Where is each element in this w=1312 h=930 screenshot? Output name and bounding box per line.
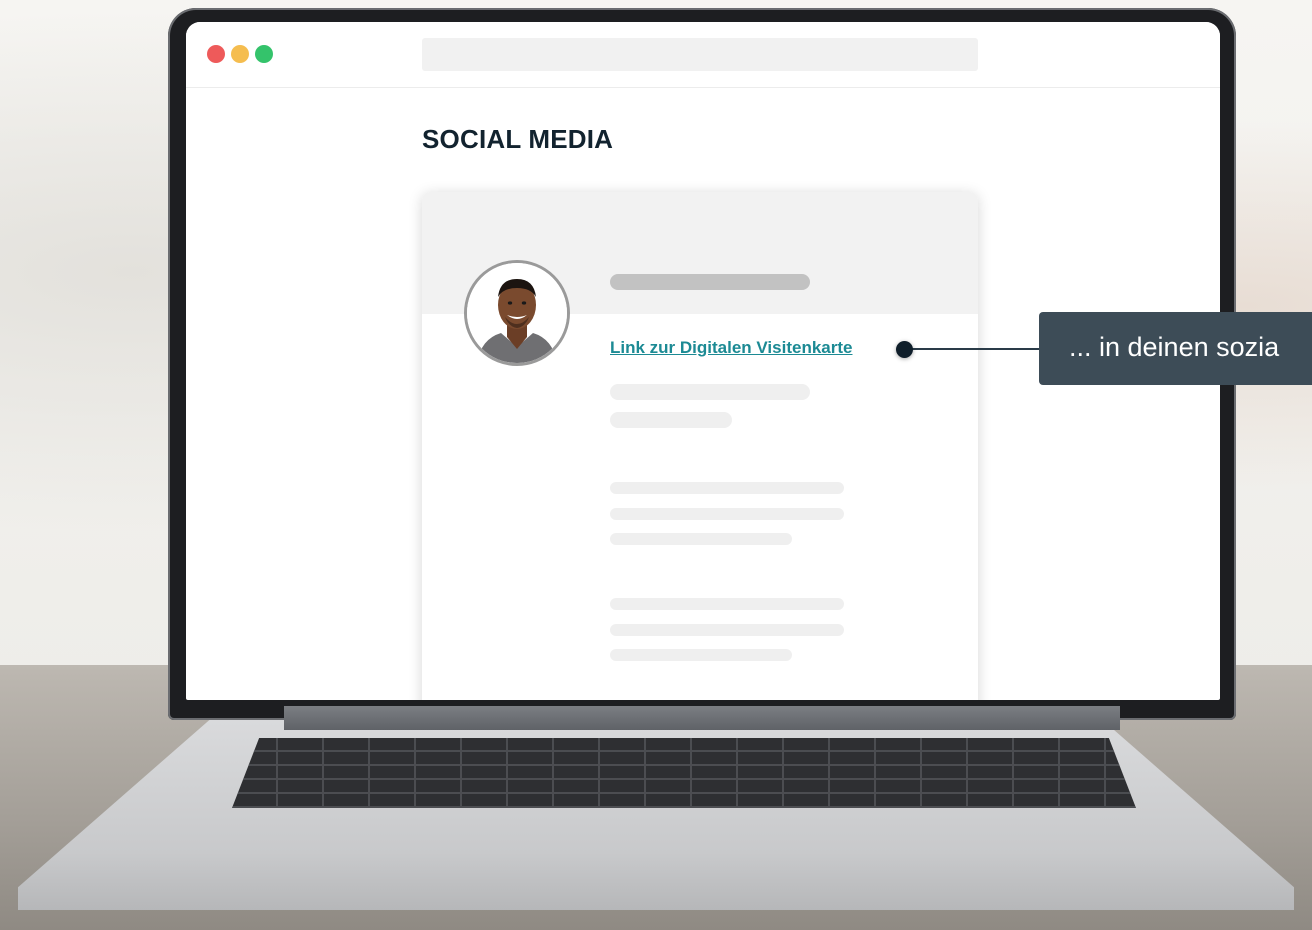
text-placeholder-bar	[610, 533, 792, 545]
callout-text: ... in deinen sozia	[1069, 332, 1280, 362]
minimize-window-button[interactable]	[231, 45, 249, 63]
text-placeholder-bar	[610, 412, 732, 428]
callout-anchor-dot	[896, 341, 913, 358]
page-title: SOCIAL MEDIA	[422, 124, 614, 154]
text-placeholder-bar	[610, 649, 792, 661]
laptop-hinge	[284, 706, 1120, 730]
text-placeholder-bar	[610, 598, 844, 610]
avatar-person-icon	[467, 263, 567, 363]
zoom-window-button[interactable]	[255, 45, 273, 63]
name-placeholder-bar	[610, 274, 810, 290]
keyboard-keys	[232, 738, 1136, 808]
callout-box: ... in deinen sozia	[1039, 312, 1312, 385]
close-window-button[interactable]	[207, 45, 225, 63]
text-placeholder-bar	[610, 508, 844, 520]
callout-connector-line	[910, 348, 1040, 350]
address-bar[interactable]	[422, 38, 978, 71]
profile-card: Link zur Digitalen Visitenkarte	[422, 192, 978, 700]
text-placeholder-bar	[610, 384, 810, 400]
avatar	[464, 260, 570, 366]
text-placeholder-bar	[610, 482, 844, 494]
digital-business-card-link[interactable]: Link zur Digitalen Visitenkarte	[610, 338, 852, 358]
browser-topbar	[186, 22, 1220, 88]
text-placeholder-bar	[610, 624, 844, 636]
